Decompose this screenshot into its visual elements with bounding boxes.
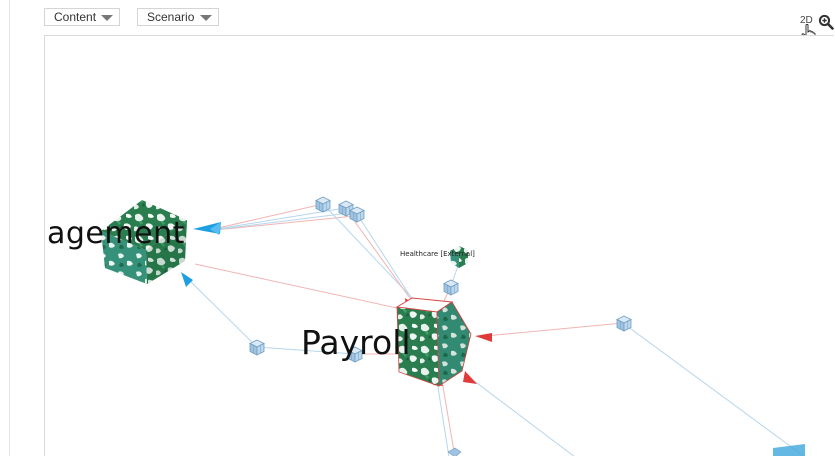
graph-toolbar: Content Scenario 2D	[9, 0, 835, 42]
small-node-cube-partial[interactable]	[447, 447, 462, 456]
scenario-dropdown-label: Scenario	[147, 10, 195, 24]
graph-links	[184, 203, 805, 456]
magnifier-zoom-icon[interactable]	[818, 14, 834, 30]
content-dropdown[interactable]: Content	[44, 8, 120, 26]
chevron-down-icon	[101, 15, 113, 21]
left-frame-border	[0, 0, 10, 456]
healthcare-node-label: Healthcare [External]	[400, 250, 475, 258]
chevron-down-icon	[200, 15, 212, 21]
payroll-node-label: Payroll	[301, 323, 411, 362]
graph-canvas[interactable]: agement Payroll Healthcare [External]	[44, 35, 834, 456]
scenario-dropdown[interactable]: Scenario	[137, 8, 219, 26]
management-node-label: agement	[47, 216, 185, 251]
content-dropdown-label: Content	[54, 10, 97, 24]
